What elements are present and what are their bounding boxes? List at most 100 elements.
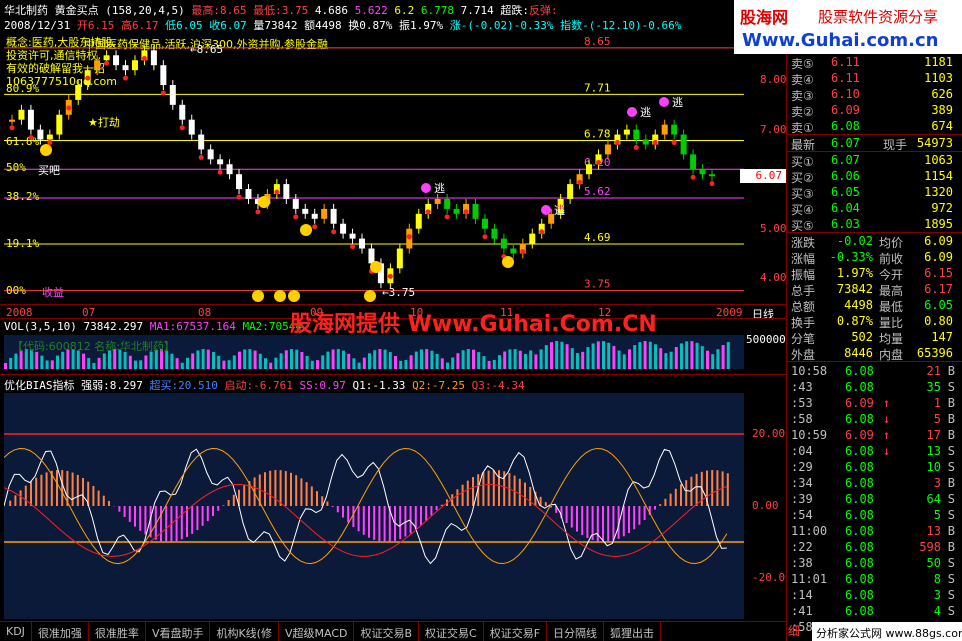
- ask-row-2[interactable]: 卖③ 6.10 626: [787, 86, 962, 103]
- candle-body: [340, 223, 347, 234]
- volume-bar: [238, 351, 241, 369]
- signal-dot: [312, 224, 318, 230]
- tick-time: :29: [791, 460, 813, 474]
- volume-bar: [659, 348, 663, 369]
- bias-bar: [420, 506, 422, 526]
- stat-val-2: 6.05: [924, 298, 953, 312]
- bid-row-1[interactable]: 买② 6.06 1154: [787, 168, 962, 185]
- tick-row-0: 10:58 6.08 21 B: [787, 363, 962, 379]
- stat-val-1: 8446: [844, 346, 873, 360]
- tick-price: 6.08: [845, 412, 874, 426]
- escape-label: 逃: [554, 204, 565, 217]
- ask-row-4[interactable]: 卖① 6.08 674: [787, 118, 962, 135]
- tick-side: B: [947, 428, 955, 442]
- tab-0[interactable]: KDJ: [0, 622, 32, 641]
- volume-bar: [258, 353, 262, 369]
- candle-body: [680, 134, 687, 155]
- bias-bar: [659, 504, 662, 506]
- bias-bar: [492, 470, 495, 506]
- tick-price: 6.08: [845, 508, 874, 522]
- tab-10[interactable]: 狐狸出击: [604, 622, 662, 641]
- signal-dot: [104, 60, 110, 66]
- tab-3[interactable]: V看盘助手: [146, 622, 211, 641]
- stat-val-1: -0.02: [836, 234, 873, 248]
- smile-icon: [258, 196, 270, 208]
- signal-dot: [198, 154, 204, 160]
- ask-row-1[interactable]: 卖④ 6.11 1103: [787, 70, 962, 87]
- volume-bar: [290, 349, 293, 369]
- volume-bar: [680, 343, 683, 369]
- volume-bar: [524, 353, 527, 369]
- banner[interactable]: 股海网 股票软件资源分享 Www.Guhai.com.cn: [734, 0, 962, 54]
- volume-bar: [253, 350, 257, 369]
- tab-6[interactable]: 权证交易B: [354, 622, 420, 641]
- ask-row-0[interactable]: 卖⑤ 6.11 1181: [787, 54, 962, 71]
- tick-row-6: :29 6.08 10 S: [787, 459, 962, 475]
- bias-bar: [430, 506, 433, 516]
- smile-icon: [502, 256, 514, 268]
- candle-body: [217, 159, 224, 165]
- bias-q3: Q3:-4.34: [471, 379, 525, 392]
- ask-row-0-price: 6.11: [831, 55, 860, 69]
- bias-bar: [638, 506, 641, 525]
- ask-row-1-price: 6.11: [831, 71, 860, 85]
- tab-7[interactable]: 权证交易C: [419, 622, 484, 641]
- bid-row-3[interactable]: 买④ 6.04 972: [787, 200, 962, 217]
- tab-2[interactable]: 很准胜率: [89, 622, 146, 641]
- signal-dot: [482, 234, 488, 240]
- candle-body: [122, 65, 129, 71]
- price-chart[interactable]: 8.657.716.786.205.624.693.7580.9%61.8%50…: [0, 30, 786, 306]
- chart-area[interactable]: 华北制药 黄金买点 (158,20,4,5) 最高:8.65 最低:3.75 4…: [0, 0, 792, 641]
- tick-side: B: [947, 476, 955, 490]
- fight-label: ★打劫: [88, 115, 120, 129]
- volume-bar: [123, 351, 127, 369]
- bias-bar: [191, 506, 194, 534]
- last-price: 6.07: [831, 136, 860, 150]
- escape-label: 逃: [434, 182, 445, 195]
- tab-9[interactable]: 日分隔线: [547, 622, 605, 641]
- tick-side: B: [947, 396, 955, 410]
- bias-bar: [264, 472, 266, 506]
- bias-bar: [664, 498, 667, 506]
- ask-row-3[interactable]: 卖② 6.09 389: [787, 102, 962, 119]
- volume-bar: [492, 359, 496, 369]
- tab-8[interactable]: 权证交易F: [484, 622, 548, 641]
- bid-row-2[interactable]: 买③ 6.05 1320: [787, 184, 962, 201]
- volume-bar: [576, 353, 579, 369]
- volume-bar: [40, 355, 44, 369]
- bias-bar: [40, 474, 43, 506]
- bias-bar: [399, 506, 402, 540]
- escape-dot-icon: [541, 205, 551, 215]
- tab-1[interactable]: 很准加强: [32, 622, 89, 641]
- tick-arrow: ↑: [883, 396, 891, 410]
- bid-row-4[interactable]: 买⑤ 6.03 1895: [787, 216, 962, 233]
- bias-panel[interactable]: 优化BIAS指标 强弱:8.297 超买:20.510 启动:-6.761 SS…: [0, 374, 792, 621]
- bias-bar: [576, 506, 578, 532]
- volume-bar: [56, 355, 59, 369]
- bid-row-0[interactable]: 买① 6.07 1063: [787, 152, 962, 169]
- volume-bar: [82, 353, 85, 369]
- low-label: 最低:: [253, 4, 282, 17]
- volume-bar: [503, 351, 507, 369]
- candle-body: [188, 119, 195, 135]
- bias-bar: [144, 506, 147, 535]
- volume-bar: [61, 351, 65, 369]
- vol-ma1: MA1:67537.164: [149, 320, 236, 333]
- stat-val-2: 147: [931, 330, 953, 344]
- level-3: 6.2: [394, 4, 415, 17]
- tab-5[interactable]: V超级MACD: [279, 622, 355, 641]
- tab-detail[interactable]: 细: [788, 622, 800, 639]
- bias-bar: [654, 506, 656, 510]
- candle-body: [292, 198, 299, 209]
- tab-4[interactable]: 机构K线(修: [210, 622, 279, 641]
- tick-volume: 5: [933, 412, 941, 426]
- bid-row-4-volume: 1895: [924, 217, 953, 231]
- quote-panel[interactable]: 卖⑤ 6.11 1181 卖④ 6.11 1103 卖③ 6.10 626 卖② 6.09 389 卖①…: [786, 54, 962, 641]
- bias-bar: [711, 470, 714, 506]
- last-row[interactable]: 最新 6.07 现手 54973: [787, 135, 962, 152]
- banner-url[interactable]: Www.Guhai.com.cn: [742, 30, 938, 51]
- signal-dot: [293, 214, 299, 220]
- candle-body: [198, 134, 205, 150]
- volume-bar: [425, 349, 429, 369]
- signal-dot: [652, 140, 658, 146]
